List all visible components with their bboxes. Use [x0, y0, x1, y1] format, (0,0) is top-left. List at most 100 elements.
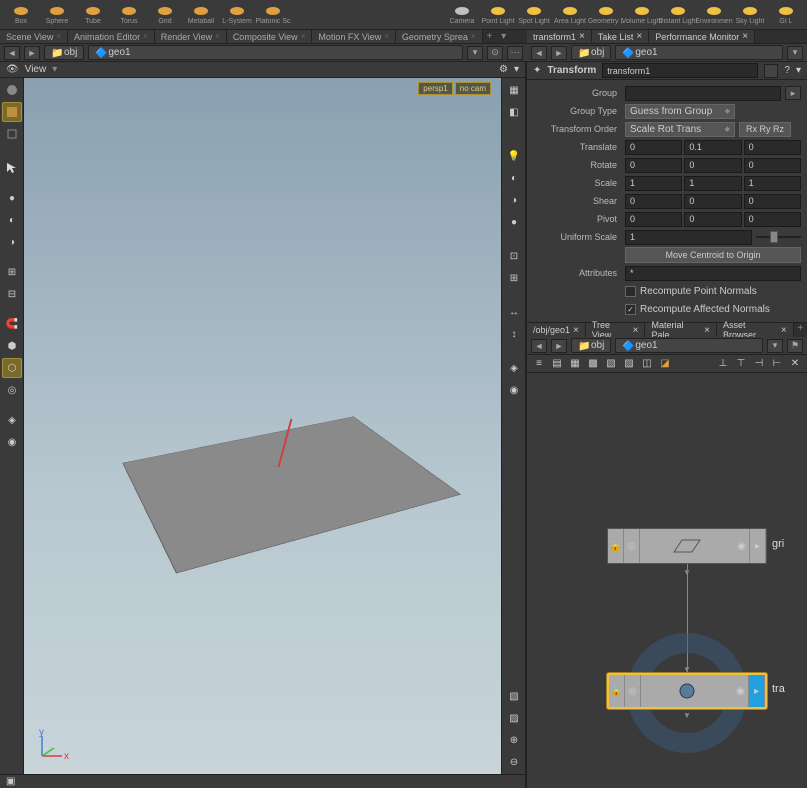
view-menu-icon[interactable]: ▾ — [514, 64, 519, 75]
tab-scene view[interactable]: Scene View× — [0, 30, 68, 43]
tab-composite view[interactable]: Composite View× — [227, 30, 313, 43]
net-tb-10[interactable]: ⊤ — [733, 357, 749, 371]
param-menu-icon[interactable]: ▾ — [796, 65, 801, 76]
nettab-material pale[interactable]: Material Pale× — [645, 323, 716, 337]
disp-opt-7[interactable]: ⊞ — [504, 268, 524, 288]
node-grid-flag-l1[interactable]: 🔒 — [608, 529, 624, 563]
node-name-input[interactable] — [602, 63, 758, 78]
shelf-torus-button[interactable]: Torus — [112, 0, 146, 28]
shelf-skylight-button[interactable]: Sky Light — [733, 0, 767, 28]
close-icon[interactable]: × — [633, 325, 639, 336]
scale-x-input[interactable] — [625, 176, 682, 191]
disp-opt-13[interactable]: ▨ — [504, 708, 524, 728]
disp-opt-2[interactable]: ◧ — [504, 102, 524, 122]
nocam-badge[interactable]: no cam — [455, 82, 491, 95]
net-tb-8[interactable]: ◪ — [657, 357, 673, 371]
disp-opt-11[interactable]: ◉ — [504, 380, 524, 400]
shelf-distlight-button[interactable]: Distant Light — [661, 0, 695, 28]
rtab-transform1[interactable]: transform1× — [527, 30, 592, 43]
translate-z-input[interactable] — [744, 140, 801, 155]
path-pin-button[interactable]: ⊙ — [487, 46, 503, 60]
node-grid-flag-r2[interactable]: ▸ — [750, 529, 766, 563]
node-grid[interactable]: 🔒 ◎ ◉ ▸ — [607, 528, 767, 564]
scale-y-input[interactable] — [684, 176, 741, 191]
rotorder-button[interactable]: Rx Ry Rz — [739, 122, 791, 137]
node-transform-flag-l1[interactable]: 🔒 — [609, 675, 625, 707]
display-toggle-3[interactable] — [2, 124, 22, 144]
display-toggle-2[interactable] — [2, 102, 22, 122]
shelf-box-button[interactable]: Box — [4, 0, 38, 28]
centroid-button[interactable]: Move Centroid to Origin — [625, 247, 801, 263]
display-toggle-1[interactable] — [2, 80, 22, 100]
nettab-add-button[interactable]: + — [794, 323, 807, 337]
r-path-pin-button[interactable]: ▾ — [787, 46, 803, 60]
close-icon[interactable]: × — [471, 32, 476, 41]
net-tb-3[interactable]: ▦ — [567, 357, 583, 371]
tool-f[interactable]: ⬢ — [2, 336, 22, 356]
net-tb-7[interactable]: ◫ — [639, 357, 655, 371]
nettab-tree view[interactable]: Tree View× — [586, 323, 646, 337]
rotate-x-input[interactable] — [625, 158, 682, 173]
translate-y-input[interactable] — [684, 140, 741, 155]
node-grid-body[interactable] — [640, 529, 734, 563]
close-icon[interactable]: × — [56, 32, 61, 41]
translate-x-input[interactable] — [625, 140, 682, 155]
tool-i[interactable]: ◈ — [2, 410, 22, 430]
shear-y-input[interactable] — [684, 194, 741, 209]
r-path-seg-obj[interactable]: 📁obj — [571, 45, 611, 60]
shear-z-input[interactable] — [744, 194, 801, 209]
shelf-camera-button[interactable]: Camera — [445, 0, 479, 28]
node-grid-flag-l2[interactable]: ◎ — [624, 529, 640, 563]
tool-g[interactable]: ⬡ — [2, 358, 22, 378]
rtab-take list[interactable]: Take List× — [592, 30, 649, 43]
shelf-vollight-button[interactable]: Volume Light — [625, 0, 659, 28]
r-nav-back-button[interactable]: ◄ — [531, 46, 547, 60]
path-seg-obj[interactable]: 📁obj — [44, 45, 84, 60]
scale-z-input[interactable] — [744, 176, 801, 191]
net-tb-6[interactable]: ▨ — [621, 357, 637, 371]
shelf-envlight-button[interactable]: Environmen — [697, 0, 731, 28]
r-path-seg-geo1[interactable]: 🔷geo1 — [615, 45, 783, 60]
shear-x-input[interactable] — [625, 194, 682, 209]
rtab-performance monitor[interactable]: Performance Monitor× — [649, 30, 755, 43]
nav-fwd-button[interactable]: ► — [24, 46, 40, 60]
tab-add-button[interactable]: + — [483, 31, 497, 42]
bbox-icon[interactable]: ▣ — [6, 776, 15, 787]
disp-opt-10[interactable]: ◈ — [504, 358, 524, 378]
net-tb-13[interactable]: ✕ — [787, 357, 803, 371]
tool-a[interactable]: ● — [2, 188, 22, 208]
shelf-grid-button[interactable]: Grid — [148, 0, 182, 28]
close-icon[interactable]: × — [215, 32, 220, 41]
tab-render view[interactable]: Render View× — [155, 30, 227, 43]
shelf-lsystem-button[interactable]: L-System — [220, 0, 254, 28]
r-nav-fwd-button[interactable]: ► — [551, 46, 567, 60]
net-tb-2[interactable]: ▤ — [549, 357, 565, 371]
recompute-aff-checkbox[interactable] — [625, 304, 636, 315]
shelf-gilight-button[interactable]: GI L — [769, 0, 803, 28]
help-icon[interactable]: ? — [784, 65, 790, 76]
rotate-z-input[interactable] — [744, 158, 801, 173]
net-tb-4[interactable]: ▩ — [585, 357, 601, 371]
close-icon[interactable]: × — [742, 31, 748, 42]
torder-select[interactable]: Scale Rot Trans◆ — [625, 122, 735, 137]
net-tb-11[interactable]: ⊣ — [751, 357, 767, 371]
group-input[interactable] — [625, 86, 781, 101]
attrs-input[interactable] — [625, 266, 801, 281]
net-tb-5[interactable]: ▧ — [603, 357, 619, 371]
disp-opt-6[interactable]: ⊡ — [504, 246, 524, 266]
nettab-a-et brow-er[interactable]: Asset Browser× — [717, 323, 794, 337]
close-icon[interactable]: × — [781, 325, 787, 336]
node-transform-display-flag[interactable]: ▸ — [749, 675, 765, 707]
close-icon[interactable]: × — [579, 31, 585, 42]
path-history-button[interactable]: ▾ — [467, 46, 483, 60]
select-tool[interactable] — [2, 158, 22, 178]
disp-opt-5[interactable]: ● — [504, 212, 524, 232]
net-path-flag[interactable]: ⚑ — [787, 339, 803, 353]
nav-back-button[interactable]: ◄ — [4, 46, 20, 60]
close-icon[interactable]: × — [301, 32, 306, 41]
shelf-arealight-button[interactable]: Area Light — [553, 0, 587, 28]
shelf-geolight-button[interactable]: Geometry L — [589, 0, 623, 28]
tab-motion fx view[interactable]: Motion FX View× — [312, 30, 396, 43]
view-opts-icon[interactable]: ⚙ — [499, 64, 508, 75]
tool-j[interactable]: ◉ — [2, 432, 22, 452]
